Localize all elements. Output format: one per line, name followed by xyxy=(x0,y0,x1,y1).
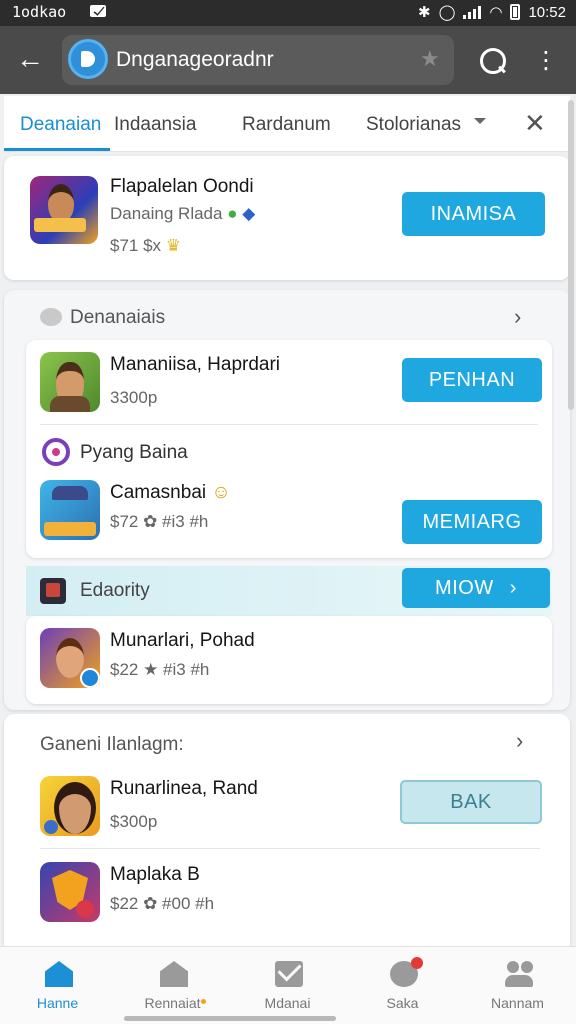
battery-icon xyxy=(510,4,521,20)
featured-app-name: Flapalelan Oondi xyxy=(110,176,254,197)
app-logo-icon xyxy=(68,39,108,79)
section2-header: Ganeni Ilanlagm: xyxy=(40,734,184,755)
home-indicator[interactable] xyxy=(124,1016,336,1021)
chevron-down-icon[interactable] xyxy=(474,118,486,124)
featured-app-subtitle: Danaing Rlada ● ◆ xyxy=(110,204,256,223)
app-title: Dnganageoradnr xyxy=(116,48,274,71)
more-vert-icon[interactable]: ⋮ xyxy=(534,46,558,78)
nav-label: Hanne xyxy=(36,995,79,1011)
nav-label: Nannam xyxy=(491,995,544,1011)
tab-bar: Deanaian Indaansia Rardanum Stolorianas … xyxy=(4,96,570,152)
nav-label: Rennaiat xyxy=(144,995,201,1011)
search-icon[interactable] xyxy=(474,44,510,80)
status-right: ✱ ◯ ◠ 10:52 xyxy=(417,3,566,22)
game-tile-icon xyxy=(40,578,66,604)
back-arrow-icon[interactable]: ← xyxy=(14,44,46,76)
section2-card: Ganeni Ilanlagm: › Runarlinea, Rand $300… xyxy=(4,714,570,954)
nav-label: Saka xyxy=(386,995,419,1011)
nav-saved[interactable]: Saka xyxy=(345,947,460,1024)
mail-notification-icon xyxy=(90,5,106,17)
app-icon xyxy=(40,352,100,412)
app-sub: $22 ✿ #00 #h xyxy=(110,894,215,913)
app-sub: $72 ✿ #i3 #h xyxy=(110,512,209,531)
app-name[interactable]: Mananiisa, Haprdari xyxy=(110,354,280,376)
install-button[interactable]: INAMISA xyxy=(402,192,545,236)
app-bar: ← Dnganageoradnr ★ ⋮ xyxy=(0,26,576,94)
store-icon xyxy=(160,961,188,987)
app-name[interactable]: Maplaka B xyxy=(110,864,200,886)
chevron-right-icon[interactable]: › xyxy=(516,728,523,754)
tab-rardanum[interactable]: Rardanum xyxy=(242,114,331,136)
brand-ring-icon xyxy=(42,438,70,466)
close-icon[interactable]: ✕ xyxy=(524,108,546,139)
app-icon xyxy=(40,480,100,540)
memiarg-button[interactable]: MEMIARG xyxy=(402,500,542,544)
app-sub: $22 ★ #i3 #h xyxy=(110,660,210,679)
featured-app-icon xyxy=(30,176,98,244)
bottom-nav: Hanne Rennaiat Mdanai Saka Nannam xyxy=(0,946,576,1024)
penhan-button[interactable]: PENHAN xyxy=(402,358,542,402)
alarm-icon: ◯ xyxy=(438,4,456,21)
people-icon xyxy=(505,961,533,987)
nav-home[interactable]: Hanne xyxy=(0,947,115,1024)
tab-deanaian[interactable]: Deanaian xyxy=(20,114,101,136)
mail-icon xyxy=(275,961,303,987)
scrollbar[interactable] xyxy=(568,100,574,410)
home-icon xyxy=(45,961,73,987)
nav-mail[interactable]: Mdanai xyxy=(230,947,345,1024)
bluetooth-icon: ✱ xyxy=(417,4,431,21)
featured-app-price: $71 $x ♛ xyxy=(110,236,182,255)
featured-app-card[interactable]: Flapalelan Oondi Danaing Rlada ● ◆ $71 $… xyxy=(4,156,570,280)
app-sub: $300p xyxy=(110,812,158,831)
app-icon xyxy=(40,628,100,688)
app-name[interactable]: Runarlinea, Rand xyxy=(110,778,258,800)
status-bar: 1odkao ✱ ◯ ◠ 10:52 xyxy=(0,0,576,26)
bak-button[interactable]: BAK xyxy=(400,780,542,824)
banner-label: Edaority xyxy=(80,580,150,601)
app-name: Munarlari, Pohad xyxy=(110,630,255,651)
now-button[interactable]: MIOW › xyxy=(402,568,550,608)
nav-label: Mdanai xyxy=(264,995,311,1011)
status-left-text: 1odkao xyxy=(12,3,67,21)
active-tab-indicator xyxy=(4,148,110,151)
app-icon xyxy=(40,862,100,922)
app-name[interactable]: Camasnbai ☺ xyxy=(110,482,231,504)
signal-icon xyxy=(463,5,482,19)
inline-label: Pyang Baina xyxy=(80,442,188,463)
divider xyxy=(40,848,540,849)
badge-dot xyxy=(201,999,206,1004)
wifi-icon: ◠ xyxy=(489,4,503,21)
tab-indaansia[interactable]: Indaansia xyxy=(114,114,196,136)
status-time: 10:52 xyxy=(528,3,566,21)
app-sub: 3300p xyxy=(110,388,158,407)
app-icon xyxy=(40,776,100,836)
chevron-right-icon[interactable]: › xyxy=(514,304,521,330)
star-icon[interactable]: ★ xyxy=(420,46,440,72)
notification-dot xyxy=(411,957,423,969)
section-header: Denanaiais xyxy=(70,307,166,328)
divider xyxy=(40,424,538,425)
nav-people[interactable]: Nannam xyxy=(460,947,575,1024)
chat-bubble-icon xyxy=(40,308,62,326)
tab-stolorianas[interactable]: Stolorianas xyxy=(366,114,461,136)
nav-store[interactable]: Rennaiat xyxy=(115,947,230,1024)
app-row-card[interactable]: Munarlari, Pohad $22 ★ #i3 #h xyxy=(26,616,552,704)
section-list-card: Mananiisa, Haprdari 3300p PENHAN Pyang B… xyxy=(26,340,552,558)
